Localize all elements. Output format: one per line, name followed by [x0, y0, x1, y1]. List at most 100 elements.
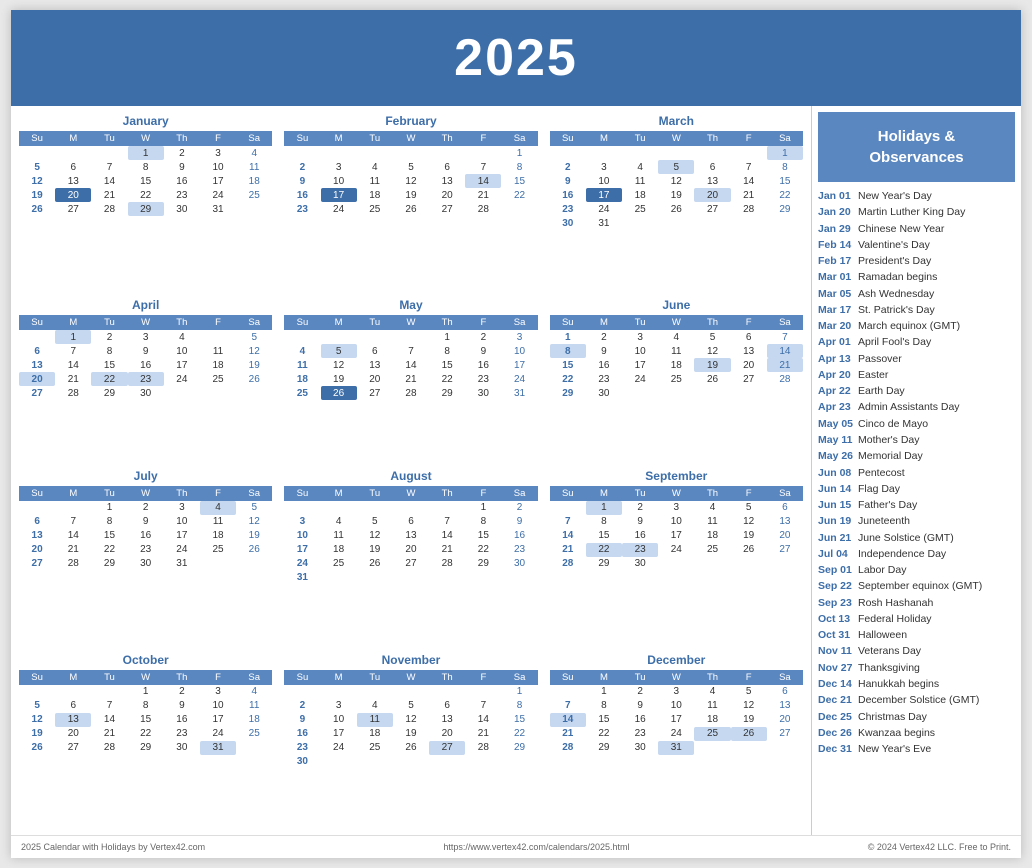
table-cell: 8	[91, 515, 127, 529]
table-cell: 22	[550, 372, 586, 386]
month-december: December Su M Tu W Th F Sa	[550, 653, 803, 827]
th-su: Su	[284, 131, 320, 146]
table-cell: 12	[731, 699, 767, 713]
table-cell: 15	[429, 358, 465, 372]
table-cell: 19	[236, 529, 272, 543]
table-cell: 14	[465, 713, 501, 727]
table-cell: 1	[91, 501, 127, 515]
month-table-september: Su M Tu W Th F Sa 1 2 3	[550, 486, 803, 571]
table-cell: 23	[550, 202, 586, 216]
table-cell: 28	[550, 741, 586, 755]
table-cell	[393, 755, 429, 769]
list-item: May 11Mother's Day	[818, 432, 1015, 448]
table-cell	[694, 216, 730, 230]
table-cell: 3	[622, 330, 658, 344]
table-cell: 21	[465, 188, 501, 202]
table-cell: 5	[19, 699, 55, 713]
holiday-date: Oct 13	[818, 611, 858, 627]
table-cell: 12	[357, 529, 393, 543]
table-cell: 5	[393, 160, 429, 174]
table-cell: 21	[91, 188, 127, 202]
table-cell: 10	[321, 713, 357, 727]
holiday-date: Feb 17	[818, 253, 858, 269]
month-february: February Su M Tu W Th F Sa	[284, 114, 537, 288]
calendar-section: January Su M Tu W Th F Sa	[11, 106, 811, 835]
table-cell: 30	[586, 386, 622, 400]
table-cell: 18	[321, 543, 357, 557]
table-cell: 21	[393, 372, 429, 386]
th-sa: Sa	[501, 131, 537, 146]
table-cell: 14	[55, 358, 91, 372]
table-cell: 1	[550, 330, 586, 344]
table-cell: 13	[55, 174, 91, 188]
holiday-name: Earth Day	[858, 383, 905, 399]
th-sa: Sa	[501, 670, 537, 685]
table-cell: 13	[19, 358, 55, 372]
holiday-name: Easter	[858, 367, 888, 383]
table-cell: 29	[91, 386, 127, 400]
list-item: Jun 14Flag Day	[818, 481, 1015, 497]
holiday-name: Mother's Day	[858, 432, 920, 448]
table-cell: 5	[236, 330, 272, 344]
table-cell: 9	[284, 174, 320, 188]
table-cell	[357, 685, 393, 699]
holiday-date: Mar 01	[818, 269, 858, 285]
table-cell: 26	[19, 202, 55, 216]
table-cell: 1	[586, 685, 622, 699]
table-cell: 3	[128, 330, 164, 344]
table-cell	[501, 202, 537, 216]
table-cell: 19	[731, 529, 767, 543]
table-cell	[357, 571, 393, 585]
table-cell: 25	[200, 372, 236, 386]
th-th: Th	[164, 486, 200, 501]
table-cell: 7	[465, 160, 501, 174]
table-cell: 25	[357, 202, 393, 216]
table-cell: 9	[550, 174, 586, 188]
th-m: M	[55, 486, 91, 501]
holiday-name: Valentine's Day	[858, 237, 930, 253]
holiday-date: May 26	[818, 448, 858, 464]
holiday-name: Ash Wednesday	[858, 286, 934, 302]
table-cell	[731, 386, 767, 400]
month-title-july: July	[19, 469, 272, 483]
table-cell: 26	[357, 557, 393, 571]
holiday-name: December Solstice (GMT)	[858, 692, 979, 708]
th-f: F	[465, 131, 501, 146]
holiday-name: Memorial Day	[858, 448, 923, 464]
month-september: September Su M Tu W Th F Sa	[550, 469, 803, 643]
table-cell: 9	[622, 699, 658, 713]
table-cell: 17	[321, 727, 357, 741]
table-cell: 11	[321, 529, 357, 543]
th-w: W	[393, 131, 429, 146]
table-cell: 6	[694, 160, 730, 174]
table-cell	[284, 146, 320, 160]
holiday-date: Dec 26	[818, 725, 858, 741]
table-cell: 10	[284, 529, 320, 543]
table-cell: 28	[429, 557, 465, 571]
holiday-date: Mar 17	[818, 302, 858, 318]
table-cell: 2	[622, 685, 658, 699]
table-cell: 29	[91, 557, 127, 571]
th-m: M	[586, 315, 622, 330]
table-cell: 20	[429, 727, 465, 741]
table-cell: 27	[429, 741, 465, 755]
th-th: Th	[694, 131, 730, 146]
list-item: Jan 20Martin Luther King Day	[818, 204, 1015, 220]
table-cell	[19, 501, 55, 515]
table-cell: 28	[55, 557, 91, 571]
table-cell: 2	[284, 699, 320, 713]
table-cell: 8	[586, 515, 622, 529]
th-tu: Tu	[91, 315, 127, 330]
table-cell: 17	[164, 358, 200, 372]
holiday-date: Jan 01	[818, 188, 858, 204]
table-cell: 1	[128, 146, 164, 160]
list-item: Jun 08Pentecost	[818, 465, 1015, 481]
table-cell: 26	[236, 543, 272, 557]
table-cell: 13	[357, 358, 393, 372]
table-cell	[321, 571, 357, 585]
holiday-date: Feb 14	[818, 237, 858, 253]
table-cell: 29	[128, 741, 164, 755]
month-may: May Su M Tu W Th F Sa	[284, 298, 537, 458]
table-cell: 13	[55, 713, 91, 727]
table-cell	[321, 330, 357, 344]
